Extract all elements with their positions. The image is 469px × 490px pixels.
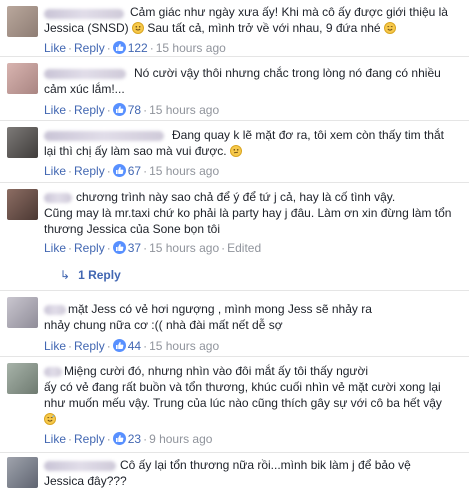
comment-text: mặt Jess có vẻ hơi ngượng , mình mong Je… (44, 302, 372, 332)
like-count-icon (112, 432, 126, 445)
reply-link[interactable]: Reply (74, 339, 105, 353)
comment-actions: Like · Reply · 44 · 15 hours ago (44, 339, 220, 353)
edited-label[interactable]: Edited (227, 241, 261, 255)
comment-text: Đang quay k lẽ mặt đơ ra, tôi xem còn th… (44, 128, 444, 158)
avatar[interactable] (7, 63, 38, 94)
like-count-icon (112, 241, 126, 254)
comment-actions: Like · Reply · 37 · 15 hours ago · Edited (44, 241, 262, 255)
sweat-smile-emoji-icon (44, 413, 56, 425)
like-count[interactable]: 122 (128, 41, 148, 55)
like-count-icon (112, 339, 126, 352)
reply-link[interactable]: Reply (74, 103, 105, 117)
timestamp[interactable]: 15 hours ago (149, 103, 219, 117)
avatar[interactable] (7, 6, 38, 37)
reply-link[interactable]: Reply (74, 432, 105, 446)
comment-item: chương trình này sao chả để ý để tứ j cả… (0, 183, 469, 291)
comment-actions: Like · Reply · 23 · 9 hours ago (44, 432, 213, 446)
like-count-icon (112, 41, 126, 54)
comment-thread: Cảm giác như ngày xưa ấy! Khi mà cô ấy đ… (0, 0, 469, 490)
like-count-icon (112, 103, 126, 116)
timestamp[interactable]: 15 hours ago (149, 164, 219, 178)
reply-link[interactable]: Reply (74, 241, 105, 255)
comment-item: mặt Jess có vẻ hơi ngượng , mình mong Je… (0, 291, 469, 357)
avatar[interactable] (7, 127, 38, 158)
avatar[interactable] (7, 457, 38, 488)
comment-actions: Like · Reply · 122 · 15 hours ago (44, 41, 226, 55)
comment-text: Nó cười vậy thôi nhưng chắc trong lòng n… (44, 66, 441, 96)
like-link[interactable]: Like (44, 339, 66, 353)
reply-arrow-icon: ↳ (60, 268, 71, 282)
timestamp[interactable]: 15 hours ago (149, 241, 219, 255)
timestamp[interactable]: 15 hours ago (156, 41, 226, 55)
comment-text: Miệng cười đó, nhưng nhìn vào đôi mắt ấy… (44, 363, 463, 427)
happy-emoji-icon (383, 22, 396, 34)
comment-actions: Like · Reply · 78 · 15 hours ago (44, 103, 220, 117)
comment-text: Cô ấy lại tổn thương nữa rồi...mình bik … (44, 458, 411, 488)
like-link[interactable]: Like (44, 164, 66, 178)
smile-emoji-icon (132, 22, 145, 34)
comment-item: Cảm giác như ngày xưa ấy! Khi mà cô ấy đ… (0, 0, 469, 57)
like-link[interactable]: Like (44, 241, 66, 255)
avatar[interactable] (7, 363, 38, 394)
like-count[interactable]: 44 (128, 339, 141, 353)
like-link[interactable]: Like (44, 432, 66, 446)
comment-item: Miệng cười đó, nhưng nhìn vào đôi mắt ấy… (0, 357, 469, 453)
avatar[interactable] (7, 189, 38, 220)
comment-item: Đang quay k lẽ mặt đơ ra, tôi xem còn th… (0, 121, 469, 183)
reply-link[interactable]: Reply (74, 41, 105, 55)
like-link[interactable]: Like (44, 41, 66, 55)
comment-item: Cô ấy lại tổn thương nữa rồi...mình bik … (0, 453, 469, 490)
comment-item: Nó cười vậy thôi nhưng chắc trong lòng n… (0, 57, 469, 121)
avatar[interactable] (7, 297, 38, 328)
like-count[interactable]: 37 (128, 241, 141, 255)
like-count[interactable]: 78 (128, 103, 141, 117)
confused-emoji-icon (229, 145, 242, 157)
like-count-icon (112, 164, 126, 177)
comment-actions: Like · Reply · 67 · 15 hours ago (44, 164, 220, 178)
like-link[interactable]: Like (44, 103, 66, 117)
timestamp[interactable]: 9 hours ago (149, 432, 212, 446)
view-replies-link[interactable]: ↳ 1 Reply (60, 267, 121, 283)
like-count[interactable]: 67 (128, 164, 141, 178)
comment-text: chương trình này sao chả để ý để tứ j cả… (44, 190, 452, 236)
like-count[interactable]: 23 (128, 432, 141, 446)
comment-text: Cảm giác như ngày xưa ấy! Khi mà cô ấy đ… (44, 5, 448, 35)
timestamp[interactable]: 15 hours ago (149, 339, 219, 353)
reply-link[interactable]: Reply (74, 164, 105, 178)
